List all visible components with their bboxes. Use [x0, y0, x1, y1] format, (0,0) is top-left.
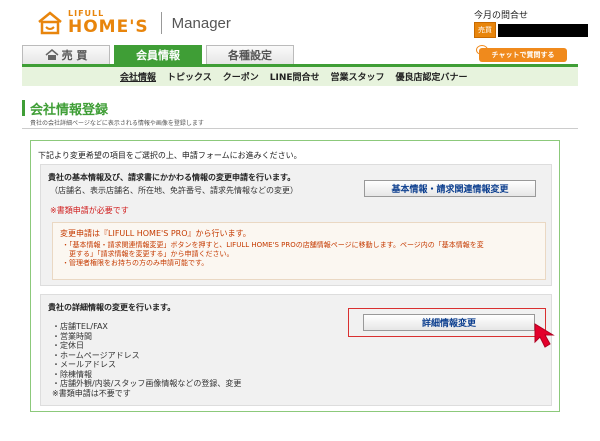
basic-info-title: 貴社の基本情報及び、請求書にかかわる情報の変更申請を行います。 [48, 173, 296, 182]
chat-question-button[interactable]: チャットで質問する [479, 48, 567, 62]
subnav-topics[interactable]: トピックス [167, 70, 212, 83]
page-title: 会社情報登録 [30, 103, 109, 118]
subnav-sales-staff[interactable]: 営業スタッフ [331, 70, 385, 83]
house-icon [45, 49, 59, 60]
tab-sale[interactable]: 売 買 [22, 45, 110, 64]
list-item: ・除棟情報 [52, 369, 92, 379]
sale-badge: 売買 [474, 22, 496, 38]
redacted-count [498, 23, 588, 37]
tab-settings-label: 各種設定 [228, 49, 272, 62]
notice-line: ・「基本情報・請求関連情報変更」ボタンを押すと、LIFULL HOME'S PR… [62, 241, 484, 249]
manager-label: Manager [171, 14, 231, 32]
tab-settings[interactable]: 各種設定 [206, 45, 294, 64]
subnav-company-info[interactable]: 会社情報 [120, 70, 156, 83]
tab-member-info[interactable]: 会員情報 [114, 45, 202, 64]
page-subtitle: 貴社の会社詳細ページなどに表示される情報や画像を登録します [30, 120, 204, 127]
notice-line: 更する」「請求情報を変更する」から申請ください。 [62, 250, 234, 258]
page-title-accent [22, 100, 25, 116]
tab-sale-label: 売 買 [61, 49, 88, 62]
member-subnav: 会社情報 トピックス クーポン LINE問合せ 営業スタッフ 優良店認定バナー [22, 64, 578, 86]
list-item: ・メールアドレス [52, 360, 116, 369]
list-item: ・定休日 [52, 341, 84, 350]
basic-billing-info-change-button[interactable]: 基本情報・請求関連情報変更 [364, 180, 536, 197]
tab-member-info-label: 会員情報 [136, 49, 180, 62]
monthly-inquiries-label: 今月の問合せ [474, 11, 529, 21]
house-logo-icon [36, 11, 64, 35]
document-required-note: ※書類申請が必要です [50, 206, 129, 215]
basic-info-subtext: （店舗名、表示店舗名、所在地、免許番号、請求先情報などの変更） [50, 186, 298, 195]
subnav-coupon[interactable]: クーポン [223, 70, 259, 83]
detail-info-change-button[interactable]: 詳細情報変更 [363, 314, 535, 331]
logo-text-big: HOME'S [68, 17, 149, 37]
list-item: ※書類申請は不要です [52, 388, 131, 398]
intro-text: 下記より変更希望の項目をご選択の上、申請フォームにお進みください。 [38, 151, 302, 160]
list-item: ・店舗外観/内装/スタッフ画像情報などの登録、変更 [52, 379, 242, 388]
list-item: ・ホームページアドレス [52, 350, 140, 360]
lifull-homes-logo[interactable]: LIFULL HOME'S Manager [36, 10, 231, 36]
pointer-arrow-icon [534, 323, 555, 348]
list-item: ・店舗TEL/FAX [52, 322, 108, 331]
title-divider [22, 128, 578, 129]
pro-notice-title: 変更申請は『LIFULL HOME'S PRO』から行います。 [60, 229, 251, 238]
subnav-excellent-shop-banner[interactable]: 優良店認定バナー [396, 70, 468, 83]
header: LIFULL HOME'S Manager 今月の問合せ 売買 [0, 0, 600, 44]
logo-separator [160, 12, 162, 34]
monthly-inquiries-row: 売買 [474, 22, 588, 38]
notice-line: ・管理者権限をお持ちの方のみ申請可能です。 [62, 259, 209, 267]
detail-info-title: 貴社の詳細情報の変更を行います。 [48, 303, 176, 312]
pro-notice-lines: ・「基本情報・請求関連情報変更」ボタンを押すと、LIFULL HOME'S PR… [62, 241, 542, 268]
subnav-line-inquiry[interactable]: LINE問合せ [270, 70, 320, 83]
detail-items-list: ・店舗TEL/FAX ・営業時間 ・定休日 ・ホームページアドレス ・メールアド… [52, 322, 241, 398]
list-item: ・営業時間 [52, 331, 92, 341]
main-tabs: 売 買 会員情報 各種設定 チャットで質問する [0, 45, 600, 64]
